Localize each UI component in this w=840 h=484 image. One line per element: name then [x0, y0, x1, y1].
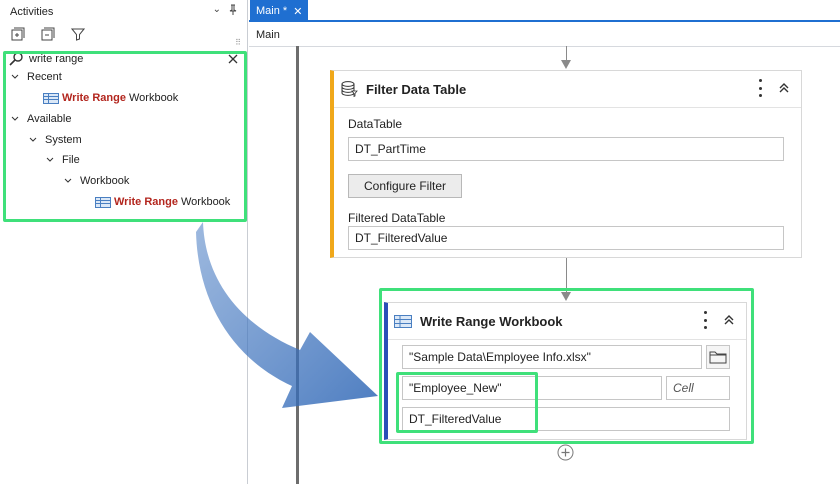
tree-group-file[interactable]: File — [44, 151, 80, 169]
search-box[interactable]: write range — [4, 51, 244, 67]
panel-title: Activities — [10, 6, 54, 18]
pin-icon[interactable] — [229, 4, 237, 19]
divider — [334, 107, 801, 108]
tree-item-write-range-workbook[interactable]: Write Range Workbook — [95, 193, 230, 211]
breadcrumb[interactable]: Main — [256, 29, 280, 41]
filter-icon[interactable] — [70, 26, 86, 42]
tree-item-write-range-workbook[interactable]: Write Range Workbook — [43, 89, 178, 107]
datatable-input[interactable]: DT_FilteredValue — [402, 407, 730, 431]
tree-group-system[interactable]: System — [27, 131, 82, 149]
connector-arrow — [561, 60, 571, 69]
chevron-down-icon[interactable] — [44, 154, 56, 166]
collapse-all-icon[interactable] — [40, 26, 56, 42]
tree-label: Workbook — [180, 196, 231, 208]
divider — [388, 339, 746, 340]
document-tabbar: Main * ✕ — [249, 0, 840, 22]
close-icon[interactable]: ✕ — [293, 5, 302, 18]
add-activity-icon[interactable] — [557, 444, 574, 461]
activities-panel: Activities ⌄ ⠿ write range Recent Write … — [0, 0, 248, 484]
collapse-up-icon[interactable] — [722, 313, 736, 327]
card-title: Filter Data Table — [366, 81, 467, 97]
search-icon — [9, 52, 23, 66]
tree-label-match: Write Range — [114, 196, 178, 208]
panel-toolbar — [10, 26, 86, 42]
grip-icon: ⠿ — [235, 38, 241, 47]
connector-line — [566, 46, 567, 60]
tree-label: File — [62, 154, 80, 166]
cell-input[interactable]: Cell — [666, 376, 730, 400]
filtered-datatable-label: Filtered DataTable — [348, 211, 446, 225]
tab-label: Main * — [256, 5, 288, 17]
filtered-datatable-input[interactable]: DT_FilteredValue — [348, 226, 784, 250]
card-header: Write Range Workbook — [388, 303, 746, 339]
chevron-down-icon[interactable] — [27, 134, 39, 146]
expand-all-icon[interactable] — [10, 26, 26, 42]
tree-label-match: Write Range — [62, 92, 126, 104]
workbook-activity-icon — [394, 315, 412, 328]
tree-label: Workbook — [128, 92, 179, 104]
collapse-up-icon[interactable] — [777, 81, 791, 95]
search-input[interactable]: write range — [29, 53, 226, 65]
panel-controls: ⌄ — [213, 4, 237, 19]
tree-group-recent[interactable]: Recent — [9, 68, 62, 86]
more-options-icon[interactable] — [757, 79, 763, 97]
tab-main[interactable]: Main * ✕ — [250, 0, 309, 22]
tree-label: Available — [27, 113, 72, 125]
database-icon — [341, 81, 358, 98]
workbook-path-input[interactable]: "Sample Data\Employee Info.xlsx" — [402, 345, 702, 369]
tree-group-available[interactable]: Available — [9, 110, 71, 128]
sheet-name-input[interactable]: "Employee_New" — [402, 376, 662, 400]
datatable-input[interactable]: DT_PartTime — [348, 137, 784, 161]
card-title: Write Range Workbook — [420, 313, 563, 329]
filter-data-table-activity[interactable]: Filter Data Table DataTable DT_PartTime … — [330, 70, 802, 258]
tree-label: Recent — [27, 71, 62, 83]
folder-icon — [709, 351, 727, 364]
tree-label: System — [45, 134, 82, 146]
chevron-down-icon[interactable] — [9, 113, 21, 125]
connector-arrow — [561, 292, 571, 301]
workbook-activity-icon — [95, 196, 111, 208]
card-header: Filter Data Table — [334, 71, 801, 107]
write-range-workbook-activity[interactable]: Write Range Workbook "Sample Data\Employ… — [384, 302, 747, 440]
chevron-down-icon[interactable] — [62, 175, 74, 187]
panel-menu-icon[interactable]: ⌄ — [213, 4, 221, 19]
sequence-border — [296, 46, 299, 484]
browse-folder-button[interactable] — [706, 345, 730, 369]
clear-search-icon[interactable] — [226, 52, 240, 66]
more-options-icon[interactable] — [702, 311, 708, 329]
configure-filter-button[interactable]: Configure Filter — [348, 174, 462, 198]
chevron-down-icon[interactable] — [9, 71, 21, 83]
workbook-activity-icon — [43, 92, 59, 104]
tree-label: Workbook — [80, 175, 130, 187]
tree-group-workbook[interactable]: Workbook — [62, 172, 129, 190]
connector-line — [566, 258, 567, 292]
datatable-label: DataTable — [348, 117, 403, 131]
